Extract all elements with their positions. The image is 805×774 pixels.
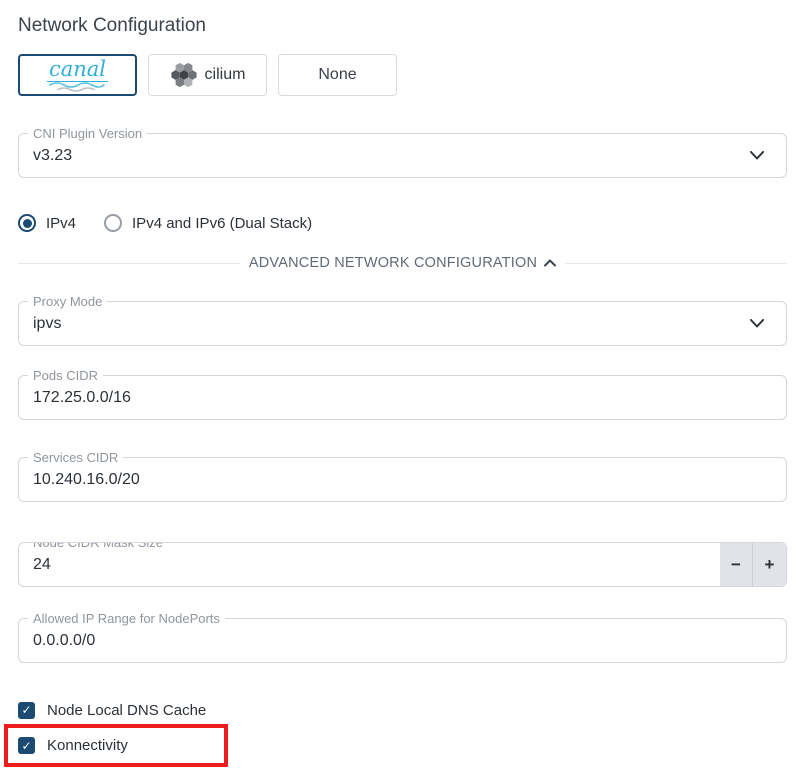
cni-plugin-version-value: v3.23: [33, 147, 750, 165]
divider-line: [565, 263, 787, 264]
canal-logo: canal: [47, 59, 108, 92]
radio-unselected-icon: [104, 214, 122, 232]
radio-dual-stack-label: IPv4 and IPv6 (Dual Stack): [132, 215, 312, 232]
none-card-label: None: [318, 66, 356, 84]
services-cidr-input[interactable]: [33, 471, 772, 489]
node-local-dns-cache-label: Node Local DNS Cache: [47, 702, 206, 719]
decrement-button[interactable]: −: [720, 543, 753, 586]
radio-ipv4[interactable]: IPv4: [18, 214, 76, 232]
provider-card-none[interactable]: None: [278, 54, 397, 96]
nodeport-range-field: Allowed IP Range for NodePorts: [18, 618, 787, 663]
nodeport-range-input[interactable]: [33, 632, 772, 650]
page-title: Network Configuration: [18, 0, 787, 37]
advanced-section-label: ADVANCED NETWORK CONFIGURATION: [249, 255, 537, 271]
increment-button[interactable]: +: [753, 543, 786, 586]
pods-cidr-input[interactable]: [33, 389, 772, 407]
advanced-network-configuration-toggle[interactable]: ADVANCED NETWORK CONFIGURATION: [18, 255, 787, 271]
proxy-mode-select[interactable]: Proxy Mode ipvs: [18, 301, 787, 346]
provider-card-cilium[interactable]: cilium: [148, 54, 267, 96]
checkbox-checked-icon: ✓: [18, 702, 35, 719]
chevron-down-icon: [750, 319, 764, 328]
divider-line: [18, 263, 240, 264]
proxy-mode-value: ipvs: [33, 315, 750, 333]
cilium-card-label: cilium: [205, 66, 246, 84]
proxy-mode-label: Proxy Mode: [28, 294, 107, 309]
nodeport-range-label: Allowed IP Range for NodePorts: [28, 611, 225, 626]
radio-selected-icon: [18, 214, 36, 232]
node-cidr-mask-size-field: Node CIDR Mask Size − +: [18, 542, 787, 587]
chevron-up-icon: [544, 259, 556, 267]
chevron-down-icon: [750, 151, 764, 160]
red-highlight-annotation: ✓ Konnectivity: [4, 724, 228, 767]
ip-stack-radio-group: IPv4 IPv4 and IPv6 (Dual Stack): [18, 214, 787, 232]
stepper-controls: − +: [720, 543, 786, 586]
konnectivity-checkbox[interactable]: ✓ Konnectivity: [18, 737, 128, 755]
canal-logo-text: canal: [47, 59, 108, 82]
pods-cidr-label: Pods CIDR: [28, 368, 103, 383]
cni-provider-cards: canal cilium: [18, 54, 787, 96]
checkbox-checked-icon: ✓: [18, 737, 35, 754]
cni-plugin-version-label: CNI Plugin Version: [28, 126, 147, 141]
cilium-logo: cilium: [170, 60, 246, 90]
node-local-dns-cache-checkbox[interactable]: ✓ Node Local DNS Cache: [18, 701, 787, 719]
pods-cidr-field: Pods CIDR: [18, 375, 787, 420]
node-cidr-mask-size-label: Node CIDR Mask Size: [28, 542, 168, 550]
provider-card-canal[interactable]: canal: [18, 54, 137, 96]
node-cidr-mask-size-input[interactable]: [33, 556, 720, 574]
konnectivity-label: Konnectivity: [47, 737, 128, 754]
cni-plugin-version-select[interactable]: CNI Plugin Version v3.23: [18, 133, 787, 178]
services-cidr-label: Services CIDR: [28, 450, 123, 465]
canal-waves-icon: [48, 82, 106, 92]
radio-ipv4-label: IPv4: [46, 215, 76, 232]
cilium-hexagons-icon: [170, 60, 198, 90]
services-cidr-field: Services CIDR: [18, 457, 787, 502]
radio-dual-stack[interactable]: IPv4 and IPv6 (Dual Stack): [104, 214, 312, 232]
network-configuration-panel: Network Configuration canal: [0, 0, 805, 767]
options-checkboxes: ✓ Node Local DNS Cache ✓ Konnectivity: [18, 701, 787, 767]
